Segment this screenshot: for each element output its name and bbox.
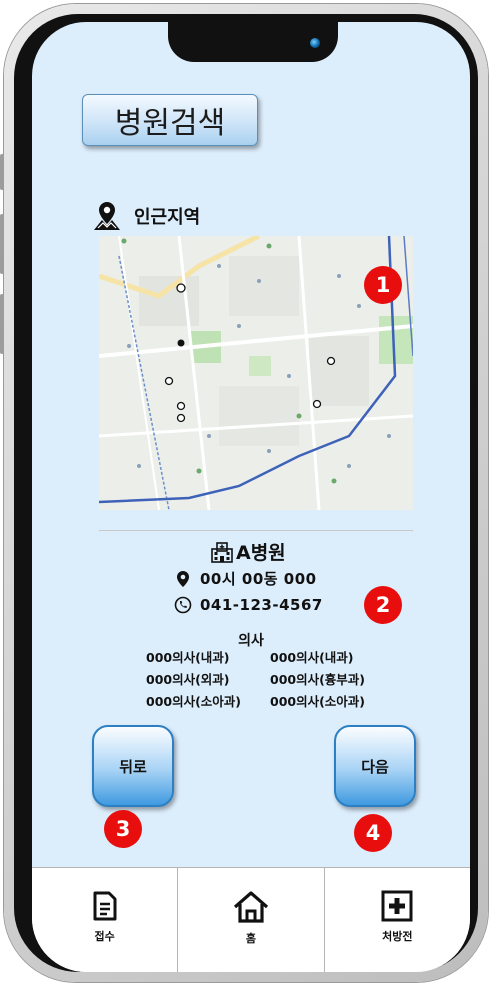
tab-home-label: 홈 [245, 932, 257, 945]
phone-icon [174, 596, 192, 614]
info-badge-2: 2 [364, 586, 402, 624]
back-badge-3: 3 [104, 810, 142, 848]
medical-cross-icon [381, 890, 413, 922]
bottom-tab-bar: 접수 홈 처방전 [32, 867, 470, 972]
doctor-list: 000의사(내과) 000의사(내과) 000의사(외과) 000의사(흉부과)… [146, 648, 386, 712]
tab-reception-label: 접수 [94, 930, 115, 943]
hospital-building-icon [211, 541, 233, 563]
hospital-phone-text: 041-123-4567 [200, 596, 323, 614]
hospital-address-text: 00시 00동 000 [200, 570, 317, 588]
home-icon [233, 891, 269, 923]
hospital-name: A병원 [210, 538, 286, 565]
doctor-item[interactable]: 000의사(내과) [270, 648, 386, 668]
doctor-item[interactable]: 000의사(내과) [146, 648, 270, 668]
tab-prescription-label: 처방전 [382, 930, 413, 943]
nearby-area-label: 인근지역 [92, 200, 200, 232]
map-pin-book-icon [94, 202, 120, 230]
hospital-phone[interactable]: 041-123-4567 [174, 596, 323, 614]
camera-icon [310, 38, 320, 48]
tab-prescription[interactable]: 처방전 [325, 868, 470, 972]
doctor-heading: 의사 [238, 633, 264, 649]
back-button[interactable]: 뒤로 [92, 725, 174, 807]
page-title: 병원검색 [82, 94, 258, 146]
side-button [0, 154, 4, 190]
next-button[interactable]: 다음 [334, 725, 416, 807]
divider [99, 530, 413, 531]
hospital-name-text: A병원 [236, 542, 286, 564]
nearby-area-text: 인근지역 [134, 207, 201, 228]
side-button [0, 214, 4, 274]
doctor-item[interactable]: 000의사(소아과) [270, 692, 386, 712]
hospital-address: 00시 00동 000 [174, 568, 317, 589]
phone-screen: 병원검색 인근지역 1 A병원 00시 00동 000 041-123-4567… [32, 22, 470, 972]
notch [168, 22, 338, 62]
doctor-item[interactable]: 000의사(흉부과) [270, 670, 386, 690]
next-badge-4: 4 [354, 814, 392, 852]
tab-home[interactable]: 홈 [178, 868, 325, 972]
location-pin-icon [177, 570, 189, 587]
side-button [0, 294, 4, 354]
tab-reception[interactable]: 접수 [32, 868, 179, 972]
doctor-item[interactable]: 000의사(소아과) [146, 692, 270, 712]
marker-badge-1: 1 [364, 266, 402, 304]
document-icon [93, 891, 117, 921]
doctor-item[interactable]: 000의사(외과) [146, 670, 270, 690]
